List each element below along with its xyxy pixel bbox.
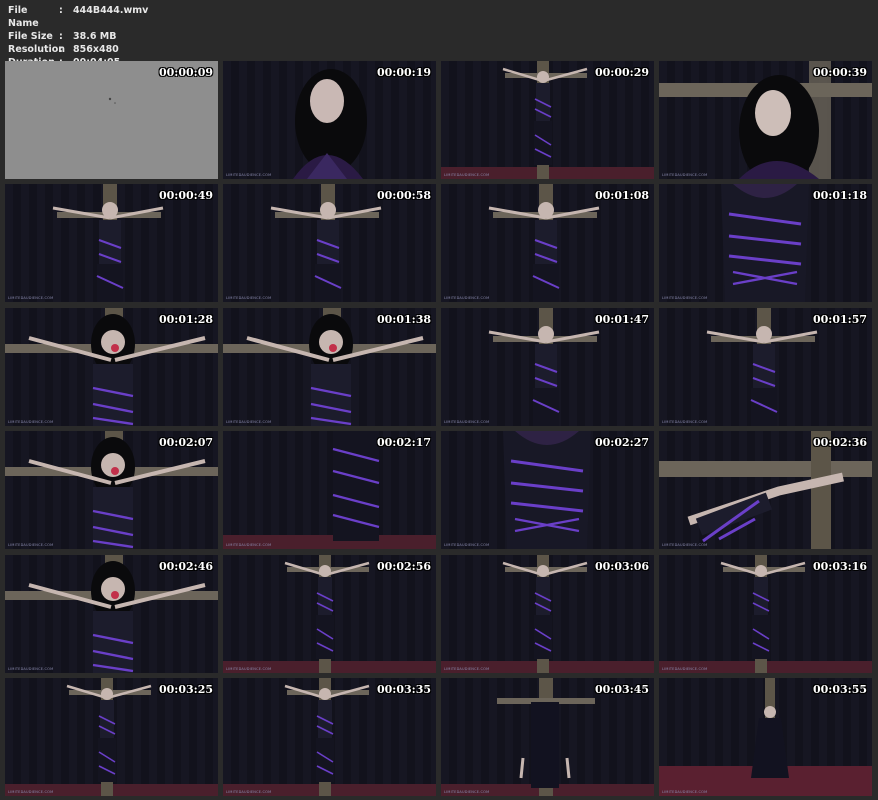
watermark: LIMITEDAUDIENCE.COM — [8, 790, 54, 794]
watermark: LIMITEDAUDIENCE.COM — [444, 790, 490, 794]
file-name-label: File Name — [8, 5, 39, 29]
timestamp: 00:02:27 — [594, 436, 649, 449]
watermark: LIMITEDAUDIENCE.COM — [226, 790, 272, 794]
watermark: LIMITEDAUDIENCE.COM — [444, 543, 490, 547]
watermark: LIMITEDAUDIENCE.COM — [8, 543, 54, 547]
watermark: LIMITEDAUDIENCE.COM — [444, 420, 490, 424]
file-info-header: File Name : 444B444.wmv File Size : 38.6… — [8, 4, 148, 69]
thumbnail[interactable]: LIMITEDAUDIENCE.COM 00:02:07 — [5, 431, 218, 549]
timestamp: 00:01:57 — [812, 313, 867, 326]
thumbnail[interactable]: LIMITEDAUDIENCE.COM 00:01:18 — [659, 184, 872, 302]
file-name-value: 444B444.wmv — [73, 5, 149, 16]
separator: : — [59, 44, 63, 55]
watermark: LIMITEDAUDIENCE.COM — [444, 296, 490, 300]
thumbnail[interactable]: LIMITEDAUDIENCE.COM 00:01:57 — [659, 308, 872, 426]
timestamp: 00:02:36 — [812, 436, 867, 449]
timestamp: 00:00:49 — [158, 189, 213, 202]
watermark: LIMITEDAUDIENCE.COM — [444, 667, 490, 671]
watermark: LIMITEDAUDIENCE.COM — [226, 173, 272, 177]
thumbnail[interactable]: LIMITEDAUDIENCE.COM 00:02:46 — [5, 555, 218, 673]
watermark: LIMITEDAUDIENCE.COM — [226, 420, 272, 424]
timestamp: 00:00:58 — [376, 189, 431, 202]
file-size-value: 38.6 MB — [73, 31, 117, 42]
resolution-label: Resolution — [8, 44, 66, 55]
watermark: LIMITEDAUDIENCE.COM — [662, 543, 708, 547]
timestamp: 00:03:35 — [376, 683, 431, 696]
timestamp: 00:01:08 — [594, 189, 649, 202]
timestamp: 00:03:45 — [594, 683, 649, 696]
timestamp: 00:00:19 — [376, 66, 431, 79]
file-name-row: File Name : 444B444.wmv — [8, 4, 148, 30]
timestamp: 00:02:46 — [158, 560, 213, 573]
resolution-value: 856x480 — [73, 44, 119, 55]
separator: : — [59, 31, 63, 42]
thumbnail[interactable]: LIMITEDAUDIENCE.COM 00:03:06 — [441, 555, 654, 673]
thumbnail[interactable]: LIMITEDAUDIENCE.COM 00:00:49 — [5, 184, 218, 302]
timestamp: 00:02:56 — [376, 560, 431, 573]
thumbnail[interactable]: LIMITEDAUDIENCE.COM 00:00:19 — [223, 61, 436, 179]
thumbnail[interactable]: LIMITEDAUDIENCE.COM 00:03:45 — [441, 678, 654, 796]
thumbnail[interactable]: LIMITEDAUDIENCE.COM 00:02:36 — [659, 431, 872, 549]
timestamp: 00:01:47 — [594, 313, 649, 326]
watermark: LIMITEDAUDIENCE.COM — [662, 420, 708, 424]
watermark: LIMITEDAUDIENCE.COM — [444, 173, 490, 177]
thumbnail[interactable]: LIMITEDAUDIENCE.COM 00:03:16 — [659, 555, 872, 673]
timestamp: 00:02:07 — [158, 436, 213, 449]
thumbnail[interactable]: 00:00:09 — [5, 61, 218, 179]
timestamp: 00:03:55 — [812, 683, 867, 696]
watermark: LIMITEDAUDIENCE.COM — [8, 296, 54, 300]
thumbnail[interactable]: LIMITEDAUDIENCE.COM 00:03:35 — [223, 678, 436, 796]
timestamp: 00:02:17 — [376, 436, 431, 449]
timestamp: 00:03:25 — [158, 683, 213, 696]
thumbnail[interactable]: LIMITEDAUDIENCE.COM 00:02:17 — [223, 431, 436, 549]
timestamp: 00:01:38 — [376, 313, 431, 326]
watermark: LIMITEDAUDIENCE.COM — [226, 543, 272, 547]
thumbnail[interactable]: LIMITEDAUDIENCE.COM 00:01:47 — [441, 308, 654, 426]
timestamp: 00:01:18 — [812, 189, 867, 202]
thumbnail[interactable]: LIMITEDAUDIENCE.COM 00:00:29 — [441, 61, 654, 179]
watermark: LIMITEDAUDIENCE.COM — [8, 667, 54, 671]
watermark: LIMITEDAUDIENCE.COM — [662, 173, 708, 177]
file-size-row: File Size : 38.6 MB — [8, 30, 148, 43]
watermark: LIMITEDAUDIENCE.COM — [226, 296, 272, 300]
thumbnail[interactable]: LIMITEDAUDIENCE.COM 00:03:55 — [659, 678, 872, 796]
thumbnail[interactable]: LIMITEDAUDIENCE.COM 00:02:27 — [441, 431, 654, 549]
timestamp: 00:01:28 — [158, 313, 213, 326]
timestamp: 00:00:09 — [158, 66, 213, 79]
file-size-label: File Size — [8, 31, 53, 42]
watermark: LIMITEDAUDIENCE.COM — [662, 790, 708, 794]
resolution-row: Resolution : 856x480 — [8, 43, 148, 56]
thumbnail[interactable]: LIMITEDAUDIENCE.COM 00:03:25 — [5, 678, 218, 796]
watermark: LIMITEDAUDIENCE.COM — [8, 420, 54, 424]
thumbnail[interactable]: LIMITEDAUDIENCE.COM 00:01:28 — [5, 308, 218, 426]
separator: : — [59, 5, 63, 16]
watermark: LIMITEDAUDIENCE.COM — [662, 667, 708, 671]
thumbnail[interactable]: LIMITEDAUDIENCE.COM 00:00:58 — [223, 184, 436, 302]
thumbnail-grid: 00:00:09 LIMITEDAUDIENCE.COM 00:00:19 LIMIT… — [5, 61, 873, 796]
thumbnail[interactable]: LIMITEDAUDIENCE.COM 00:00:39 — [659, 61, 872, 179]
timestamp: 00:00:39 — [812, 66, 867, 79]
watermark: LIMITEDAUDIENCE.COM — [662, 296, 708, 300]
thumbnail[interactable]: LIMITEDAUDIENCE.COM 00:01:08 — [441, 184, 654, 302]
timestamp: 00:00:29 — [594, 66, 649, 79]
timestamp: 00:03:06 — [594, 560, 649, 573]
thumbnail[interactable]: LIMITEDAUDIENCE.COM 00:02:56 — [223, 555, 436, 673]
watermark: LIMITEDAUDIENCE.COM — [226, 667, 272, 671]
thumbnail[interactable]: LIMITEDAUDIENCE.COM 00:01:38 — [223, 308, 436, 426]
timestamp: 00:03:16 — [812, 560, 867, 573]
